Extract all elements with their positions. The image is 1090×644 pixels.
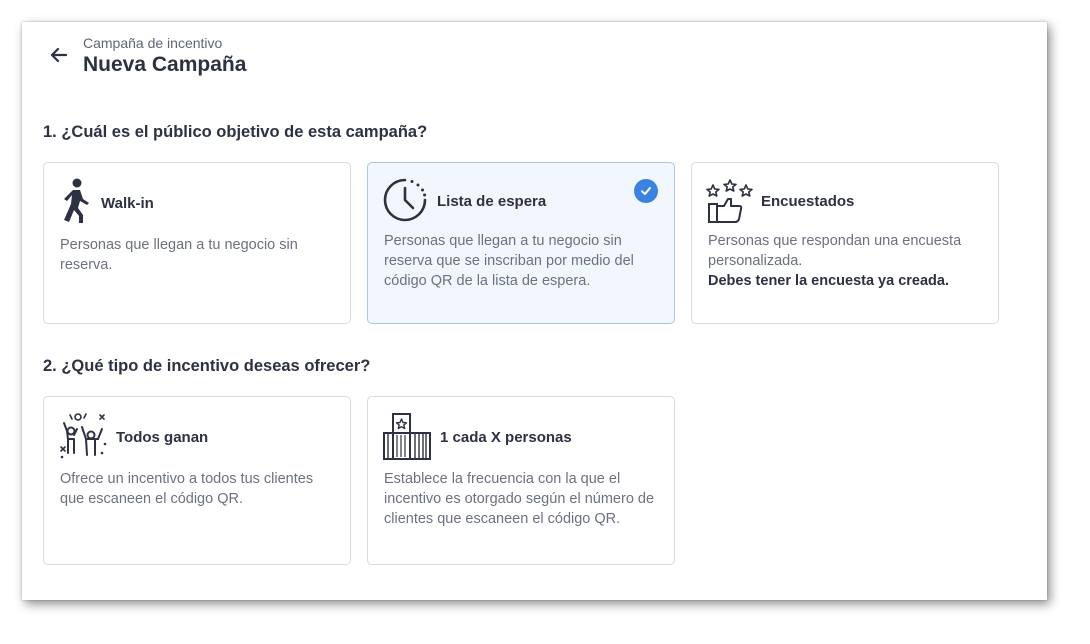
audience-card-waitlist[interactable]: Lista de espera Personas que llegan a tu… [367, 162, 675, 324]
card-title: Walk-in [101, 195, 154, 212]
clock-icon [382, 177, 427, 223]
celebrating-people-icon [58, 411, 108, 461]
card-title: Encuestados [761, 193, 855, 210]
breadcrumb: Campaña de incentivo [83, 35, 223, 51]
incentive-card-one-every-x[interactable]: 1 cada X personas Establece la frecuenci… [367, 396, 675, 565]
card-description: Personas que llegan a tu negocio sin res… [384, 233, 634, 289]
audience-card-walk-in[interactable]: Walk-in Personas que llegan a tu negocio… [43, 162, 351, 324]
card-title: 1 cada X personas [440, 429, 572, 446]
selected-check-icon [634, 179, 658, 203]
card-description-text: Personas que respondan una encuesta pers… [708, 233, 962, 269]
stars-thumbs-up-icon [706, 179, 754, 225]
card-description: Ofrece un incentivo a todos tus clientes… [60, 471, 314, 507]
card-description: Personas que llegan a tu negocio sin res… [60, 237, 298, 273]
card-note: Debes tener la encuesta ya creada. [708, 273, 949, 289]
card-description: Establece la frecuencia con la que el in… [384, 471, 655, 527]
incentive-card-everyone-wins[interactable]: Todos ganan Ofrece un incentivo a todos … [43, 396, 351, 565]
page-title: Nueva Campaña [83, 53, 247, 76]
audience-card-surveyed[interactable]: Encuestados Personas que respondan una e… [691, 162, 999, 324]
queue-star-icon [382, 411, 432, 461]
card-title: Lista de espera [437, 193, 547, 210]
back-button[interactable] [46, 42, 72, 68]
walking-person-icon [58, 177, 100, 223]
incentive-question: 2. ¿Qué tipo de incentivo deseas ofrecer… [43, 357, 371, 375]
audience-question: 1. ¿Cuál es el público objetivo de esta … [43, 123, 428, 141]
campaign-window: Campaña de incentivo Nueva Campaña 1. ¿C… [22, 22, 1047, 600]
card-title: Todos ganan [116, 429, 209, 446]
arrow-left-icon [50, 47, 68, 63]
card-description: Personas que respondan una encuesta pers… [708, 231, 982, 291]
